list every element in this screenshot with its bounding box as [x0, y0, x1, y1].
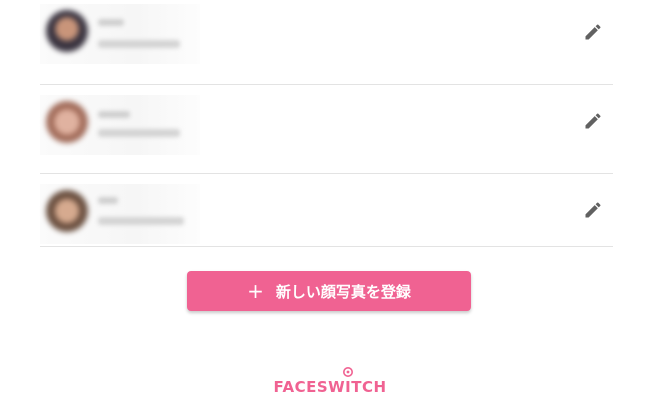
edit-button[interactable]: [581, 198, 605, 222]
pencil-icon: [585, 24, 601, 40]
blurred-date: [98, 217, 184, 225]
pencil-icon: [585, 202, 601, 218]
brand-logo: FACESWITCH: [270, 366, 390, 396]
blurred-date: [98, 40, 180, 48]
list-item: [40, 0, 613, 85]
list-item: [40, 174, 613, 247]
blurred-name: [98, 197, 118, 204]
edit-button[interactable]: [581, 20, 605, 44]
pencil-icon: [585, 113, 601, 129]
edit-button[interactable]: [581, 109, 605, 133]
avatar: [46, 10, 88, 52]
blurred-name: [98, 19, 124, 26]
register-new-photo-button[interactable]: + 新しい顔写真を登録: [187, 271, 471, 311]
register-button-label: 新しい顔写真を登録: [275, 282, 411, 301]
blurred-date: [98, 129, 180, 137]
brand-logo-text: FACESWITCH: [273, 378, 387, 396]
logo-mark-icon: [343, 367, 353, 377]
plus-icon: +: [247, 279, 264, 303]
avatar: [46, 101, 88, 143]
list-item: [40, 85, 613, 174]
avatar: [46, 190, 88, 232]
blurred-name: [98, 111, 130, 118]
